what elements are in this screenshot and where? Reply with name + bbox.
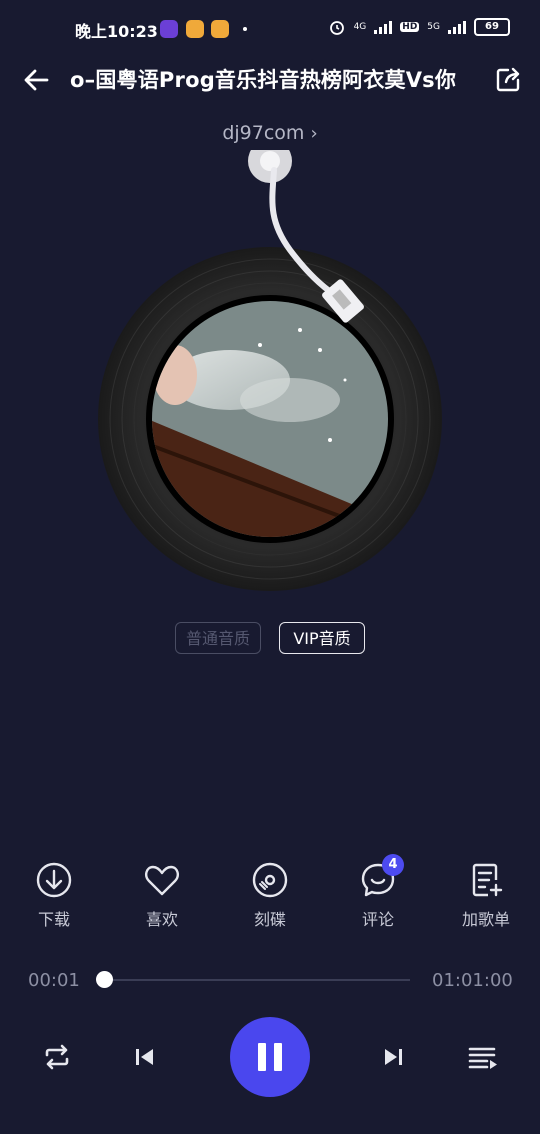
status-indicators: 4G HD 5G 69 bbox=[328, 18, 510, 36]
next-track-button[interactable] bbox=[372, 1036, 414, 1078]
comment-button[interactable]: 4 评论 bbox=[338, 854, 418, 930]
download-label: 下载 bbox=[37, 910, 70, 929]
share-icon bbox=[496, 67, 520, 92]
disc-icon bbox=[252, 862, 288, 898]
share-button[interactable] bbox=[490, 62, 526, 98]
signal-icon bbox=[448, 20, 466, 34]
quality-normal-button[interactable]: 普通音质 bbox=[175, 622, 261, 654]
time-total: 01:01:00 bbox=[432, 970, 513, 991]
song-title: o–国粤语Prog音乐抖音热榜阿衣莫Vs你 bbox=[70, 68, 457, 92]
burn-disc-button[interactable]: 刻碟 bbox=[230, 858, 310, 930]
progress-thumb[interactable] bbox=[96, 971, 114, 988]
arrow-left-icon bbox=[24, 69, 49, 91]
add-to-playlist-label: 加歌单 bbox=[461, 910, 510, 929]
burn-disc-label: 刻碟 bbox=[253, 910, 286, 929]
chevron-right-icon: › bbox=[310, 123, 318, 144]
add-to-playlist-button[interactable]: 加歌单 bbox=[446, 858, 526, 930]
app-notification-icon bbox=[186, 20, 204, 38]
queue-list-icon bbox=[468, 1047, 497, 1069]
network-4g-label: 4G bbox=[353, 22, 367, 32]
heart-icon bbox=[145, 865, 179, 896]
previous-track-button[interactable] bbox=[124, 1036, 166, 1078]
quality-vip-button[interactable]: VIP音质 bbox=[279, 622, 365, 654]
hd-label: HD bbox=[400, 22, 420, 32]
download-icon bbox=[36, 862, 72, 898]
status-bar: 晚上10:23 4G HD 5G 69 bbox=[0, 0, 540, 60]
app-notification-icon bbox=[211, 20, 229, 38]
skip-previous-icon bbox=[136, 1049, 153, 1065]
progress-bar[interactable] bbox=[104, 979, 410, 981]
repeat-mode-button[interactable] bbox=[36, 1036, 78, 1078]
status-time: 晚上10:23 bbox=[75, 22, 158, 41]
playlist-button[interactable] bbox=[462, 1036, 504, 1078]
comment-count-badge: 4 bbox=[382, 854, 404, 876]
alarm-icon bbox=[329, 21, 344, 35]
time-elapsed: 00:01 bbox=[28, 970, 80, 991]
battery-indicator: 69 bbox=[474, 18, 510, 36]
signal-icon bbox=[374, 20, 393, 34]
vinyl-disc-area[interactable] bbox=[0, 139, 540, 600]
network-5g-label: 5G bbox=[427, 22, 440, 32]
artist-name: dj97com bbox=[222, 122, 305, 144]
back-button[interactable] bbox=[18, 62, 54, 98]
app-notification-icon bbox=[160, 20, 178, 38]
comment-label: 评论 bbox=[361, 910, 394, 929]
repeat-icon bbox=[45, 1044, 69, 1070]
add-to-playlist-icon bbox=[472, 863, 503, 897]
like-label: 喜欢 bbox=[145, 910, 178, 929]
skip-next-icon bbox=[385, 1049, 402, 1065]
song-title-marquee: o–国粤语Prog音乐抖音热榜阿衣莫Vs你 bbox=[70, 62, 470, 98]
more-notifications-icon bbox=[243, 27, 247, 31]
pause-icon bbox=[258, 1043, 282, 1071]
download-button[interactable]: 下载 bbox=[14, 858, 94, 930]
artist-link[interactable]: dj97com › bbox=[0, 122, 540, 144]
like-button[interactable]: 喜欢 bbox=[122, 858, 202, 930]
play-pause-button[interactable] bbox=[230, 1017, 310, 1097]
